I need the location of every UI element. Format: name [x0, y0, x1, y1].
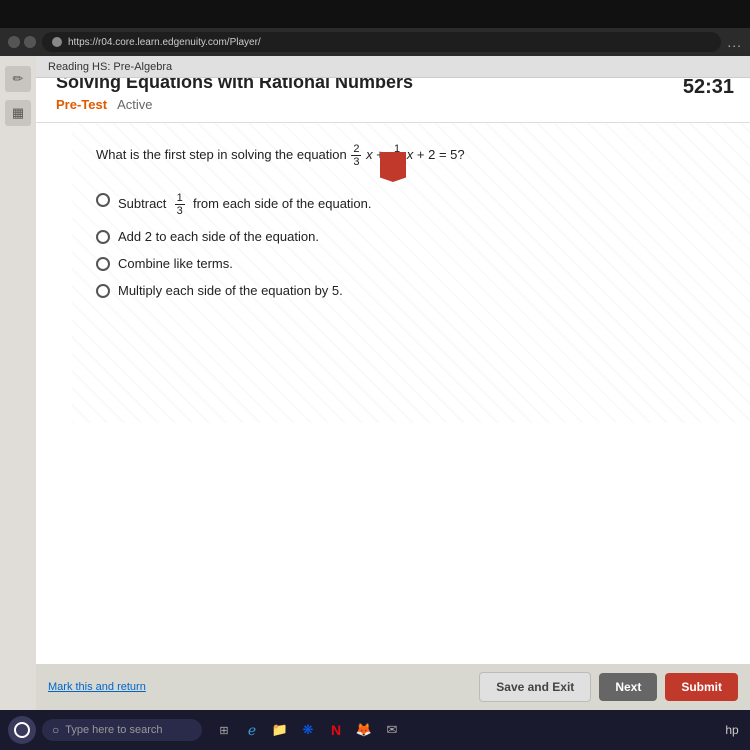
option-d-text: Multiply each side of the equation by 5. — [118, 283, 343, 298]
pencil-tool[interactable]: ✏ — [5, 66, 31, 92]
option-d[interactable]: Multiply each side of the equation by 5. — [96, 283, 726, 298]
button-group: Save and Exit Next Submit — [479, 672, 738, 702]
taskbar-search-text: Type here to search — [65, 724, 162, 736]
question-text: What is the first step in solving the eq… — [96, 143, 726, 168]
option-d-radio[interactable] — [96, 284, 110, 298]
lock-icon — [52, 37, 62, 47]
pretest-label: Pre-Test — [56, 97, 107, 112]
taskbar-search[interactable]: ○ Type here to search — [42, 719, 202, 741]
taskbar-dropbox-icon[interactable]: ❋ — [296, 718, 320, 742]
equation-display: 2 3 x + 1 3 x + 2 = 5? — [350, 147, 464, 162]
option-a-text: Subtract 1 3 from each side of the equat… — [118, 192, 372, 217]
content-card: Solving Equations with Rational Numbers … — [36, 56, 750, 710]
active-label: Active — [117, 97, 152, 112]
taskbar-hp-icon: hp — [722, 720, 742, 740]
option-c-text: Combine like terms. — [118, 256, 233, 271]
taskbar-edge-icon[interactable]: ℯ — [240, 718, 264, 742]
taskbar-search-icon: ○ — [52, 723, 59, 737]
option-a-radio[interactable] — [96, 193, 110, 207]
option-c[interactable]: Combine like terms. — [96, 256, 726, 271]
taskbar-app-icons: ⊞ ℯ 📁 ❋ N 🦊 ✉ — [212, 718, 404, 742]
url-text: https://r04.core.learn.edgenuity.com/Pla… — [68, 37, 261, 48]
question-prefix: What is the first step in solving the eq… — [96, 147, 350, 162]
breadcrumb-bar: Reading HS: Pre-Algebra — [36, 56, 750, 78]
option-b-text: Add 2 to each side of the equation. — [118, 229, 319, 244]
browser-back-icon[interactable] — [8, 36, 20, 48]
bookmark-icon[interactable] — [380, 152, 406, 182]
taskbar-view-icon[interactable]: ⊞ — [212, 718, 236, 742]
browser-menu-dots[interactable]: ... — [727, 34, 742, 50]
start-button[interactable] — [8, 716, 36, 744]
taskbar: ○ Type here to search ⊞ ℯ 📁 ❋ N 🦊 ✉ hp — [0, 710, 750, 750]
option-b[interactable]: Add 2 to each side of the equation. — [96, 229, 726, 244]
subtitle-row: Pre-Test Active — [56, 97, 730, 112]
option-a[interactable]: Subtract 1 3 from each side of the equat… — [96, 192, 726, 217]
browser-nav-icons — [8, 36, 36, 48]
bottom-bar: Mark this and return Save and Exit Next … — [36, 664, 750, 710]
left-sidebar: ✏ ▦ — [0, 56, 36, 710]
taskbar-mail-icon[interactable]: ✉ — [380, 718, 404, 742]
address-bar[interactable]: https://r04.core.learn.edgenuity.com/Pla… — [42, 32, 721, 52]
taskbar-files-icon[interactable]: 📁 — [268, 718, 292, 742]
fraction-2-3: 2 3 — [351, 143, 361, 168]
options-list: Subtract 1 3 from each side of the equat… — [96, 192, 726, 298]
option-c-radio[interactable] — [96, 257, 110, 271]
save-exit-button[interactable]: Save and Exit — [479, 672, 591, 702]
submit-button[interactable]: Submit — [665, 673, 738, 701]
browser-bar: https://r04.core.learn.edgenuity.com/Pla… — [0, 28, 750, 56]
browser-forward-icon[interactable] — [24, 36, 36, 48]
option-b-radio[interactable] — [96, 230, 110, 244]
taskbar-firefox-icon[interactable]: 🦊 — [352, 718, 376, 742]
fraction-option-a: 1 3 — [175, 192, 185, 217]
taskbar-netflix-icon[interactable]: N — [324, 718, 348, 742]
breadcrumb-text: Reading HS: Pre-Algebra — [48, 61, 172, 73]
calculator-tool[interactable]: ▦ — [5, 100, 31, 126]
taskbar-right: hp — [722, 720, 742, 740]
next-button[interactable]: Next — [599, 673, 657, 701]
mark-return-link[interactable]: Mark this and return — [48, 681, 146, 693]
timer-value: 52:31 — [652, 76, 734, 99]
question-area: What is the first step in solving the eq… — [72, 123, 750, 423]
